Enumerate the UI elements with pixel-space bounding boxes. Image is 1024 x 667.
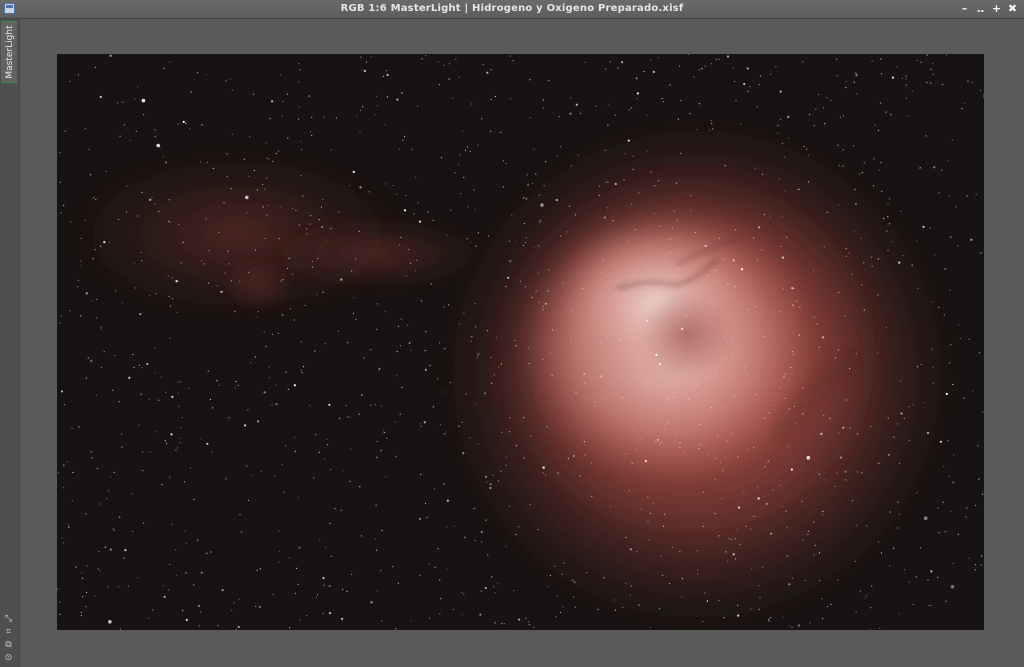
sidebar-tools: ⤡ ⌗ ⧉ ⊙ — [3, 614, 15, 663]
settings-icon[interactable]: ⊙ — [3, 653, 14, 663]
window-title: RGB 1:6 MasterLight | Hidrogeno y Oxigen… — [340, 3, 684, 14]
fit-view-icon[interactable]: ⤡ — [3, 614, 14, 624]
restore-button[interactable]: ‥ — [975, 2, 986, 16]
image-sidebar: MasterLight ⤡ ⌗ ⧉ ⊙ — [0, 19, 20, 667]
window-controls: – ‥ + ✖ — [959, 2, 1018, 16]
title-bar[interactable]: RGB 1:6 MasterLight | Hidrogeno y Oxigen… — [0, 0, 1024, 19]
tab-masterlight[interactable]: MasterLight — [1, 21, 17, 83]
maximize-button[interactable]: + — [991, 2, 1002, 16]
nebula-photo — [57, 54, 984, 630]
copy-icon[interactable]: ⧉ — [3, 640, 14, 650]
zoom-icon[interactable]: ⌗ — [3, 627, 14, 637]
minimize-button[interactable]: – — [959, 2, 970, 16]
close-button[interactable]: ✖ — [1007, 2, 1018, 16]
nebula-image[interactable] — [57, 54, 984, 630]
tab-masterlight-label: MasterLight — [4, 25, 15, 79]
